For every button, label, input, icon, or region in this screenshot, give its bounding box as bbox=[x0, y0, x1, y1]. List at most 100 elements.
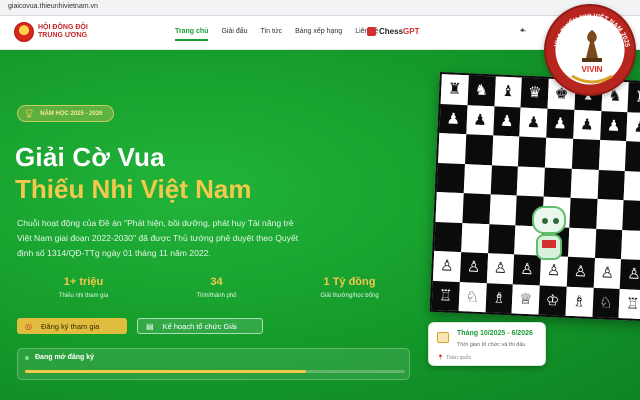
url-text[interactable]: giaicovua.thieunhivietnam.vn bbox=[8, 3, 98, 10]
robot-eye bbox=[542, 218, 548, 224]
board-square bbox=[491, 135, 520, 167]
school-year-badge: 🏆︎ NĂM HỌC 2025 - 2026 bbox=[17, 105, 114, 122]
robot-mascot-icon bbox=[528, 206, 570, 266]
chess-board-illustration: ♜♞♝♛♚♝♞♜♟♟♟♟♟♟♟♟♙♙♙♙♙♙♙♙♖♘♗♕♔♗♘♖ bbox=[429, 72, 640, 322]
location-text: Toàn quốc bbox=[445, 355, 472, 361]
board-square bbox=[462, 193, 491, 224]
chess-piece-icon: ♙ bbox=[439, 257, 454, 276]
board-square bbox=[598, 140, 627, 171]
chess-piece-icon: ♔ bbox=[545, 291, 560, 310]
board-square: ♟ bbox=[626, 111, 640, 143]
registration-status-box: Đang mở đăng ký bbox=[17, 348, 410, 380]
board-square: ♕ bbox=[511, 283, 540, 315]
board-square: ♖ bbox=[431, 280, 460, 312]
chess-piece-icon: ♖ bbox=[625, 295, 640, 313]
document-icon: ▤ bbox=[146, 321, 154, 331]
chess-piece-icon: ♙ bbox=[626, 265, 640, 284]
chess-piece-icon: ♗ bbox=[491, 289, 507, 307]
calendar-icon bbox=[437, 332, 449, 343]
chess-piece-icon: ♙ bbox=[600, 264, 615, 283]
tournament-seal-logo: VUA THIẾU NHI VIỆT NAM 2025 VIVIN bbox=[544, 4, 636, 96]
callout-subtitle: Thời gian tổ chức và thi đấu bbox=[457, 342, 526, 348]
board-square bbox=[567, 227, 596, 258]
stats-row: 1+ triệu Thiếu nhi tham gia 34 Tỉnh/thàn… bbox=[17, 276, 417, 299]
nav-news[interactable]: Tin tức bbox=[261, 28, 283, 35]
stat-provinces: 34 Tỉnh/thành phố bbox=[150, 276, 283, 299]
board-square bbox=[435, 191, 464, 223]
chess-piece-icon: ♟ bbox=[472, 111, 488, 129]
target-icon: ◎ bbox=[25, 321, 32, 331]
board-square bbox=[490, 164, 519, 196]
stat-participants: 1+ triệu Thiếu nhi tham gia bbox=[17, 276, 150, 299]
board-square bbox=[543, 167, 572, 198]
board-square: ♖ bbox=[618, 288, 640, 320]
board-square bbox=[464, 134, 493, 165]
board-square bbox=[436, 162, 465, 194]
badge-text: NĂM HỌC 2025 - 2026 bbox=[40, 110, 103, 117]
chessgpt-icon bbox=[367, 27, 376, 36]
board-square: ♞ bbox=[467, 75, 496, 106]
board-square: ♙ bbox=[432, 250, 461, 282]
site-logo[interactable]: HỘI ĐỒNG ĐỘI TRUNG ƯƠNG bbox=[14, 22, 108, 42]
chess-board: ♜♞♝♛♚♝♞♜♟♟♟♟♟♟♟♟♙♙♙♙♙♙♙♙♖♘♗♕♔♗♘♖ bbox=[429, 72, 640, 322]
stat-value: 1+ triệu bbox=[63, 276, 104, 288]
board-square: ♟ bbox=[572, 109, 601, 141]
pin-icon: 📍︎ bbox=[437, 355, 444, 361]
register-button[interactable]: ◎ Đăng ký tham gia bbox=[17, 318, 127, 334]
chess-piece-icon: ♛ bbox=[527, 84, 542, 102]
translate-icon[interactable]: ✦̶ bbox=[519, 26, 526, 35]
browser-url-bar[interactable]: giaicovua.thieunhivietnam.vn bbox=[0, 0, 640, 16]
chess-piece-icon: ♝ bbox=[500, 82, 516, 101]
board-square bbox=[544, 137, 573, 169]
chess-piece-icon: ♟ bbox=[606, 117, 621, 135]
board-square: ♟ bbox=[546, 108, 575, 139]
nav-home[interactable]: Trang chủ bbox=[175, 28, 209, 41]
chess-piece-icon: ♙ bbox=[466, 258, 481, 277]
nav-tournaments[interactable]: Giải đấu bbox=[221, 28, 247, 35]
seal-graphic: VUA THIẾU NHI VIỆT NAM 2025 VIVIN bbox=[553, 12, 631, 84]
registration-progress-bar bbox=[25, 370, 405, 373]
chess-piece-icon: ♟ bbox=[446, 110, 461, 128]
board-square bbox=[622, 200, 640, 231]
chess-piece-icon: ♘ bbox=[465, 288, 480, 306]
board-square bbox=[460, 222, 489, 254]
board-square: ♟ bbox=[599, 110, 628, 142]
callout-dates: Tháng 10/2025 - 6/2026 bbox=[457, 330, 533, 337]
chess-piece-icon: ♕ bbox=[518, 290, 533, 308]
board-square bbox=[597, 169, 626, 201]
board-square bbox=[570, 168, 599, 199]
registration-progress-fill bbox=[25, 370, 307, 373]
main-nav: Trang chủ Giải đấu Tin tức Bảng xếp hạng… bbox=[175, 28, 391, 41]
stat-label: Giải thưởng/học bổng bbox=[320, 293, 379, 299]
schedule-callout: Tháng 10/2025 - 6/2026 Thời gian tổ chức… bbox=[428, 322, 546, 366]
board-square bbox=[463, 163, 492, 195]
chess-piece-icon: ♟ bbox=[499, 112, 514, 130]
chess-piece-icon: ♘ bbox=[598, 293, 614, 312]
board-square: ♝ bbox=[494, 76, 523, 108]
board-square bbox=[595, 198, 624, 230]
chess-piece-icon bbox=[586, 30, 598, 58]
vietnam-flag-icon bbox=[542, 240, 556, 248]
org-name: HỘI ĐỒNG ĐỘI TRUNG ƯƠNG bbox=[38, 24, 88, 39]
chessgpt-prefix: Chess bbox=[379, 27, 404, 36]
board-square bbox=[594, 228, 623, 260]
board-square: ♗ bbox=[485, 282, 514, 314]
board-square: ♘ bbox=[458, 281, 487, 313]
plan-button[interactable]: ▤ Kế hoạch tổ chức Giải bbox=[137, 318, 263, 334]
chessgpt-suffix: GPT bbox=[403, 27, 420, 36]
chess-piece-icon: ♜ bbox=[447, 80, 462, 99]
stat-label: Tỉnh/thành phố bbox=[196, 293, 237, 299]
board-square bbox=[516, 166, 545, 197]
hero-description: Chuỗi hoạt động của Đề án "Phát hiện, bồ… bbox=[17, 218, 299, 258]
chessgpt-link[interactable]: Chess GPT bbox=[367, 27, 419, 36]
chess-piece-icon: ♟ bbox=[633, 118, 640, 136]
board-square: ♗ bbox=[565, 286, 594, 317]
board-square: ♙ bbox=[593, 257, 622, 289]
stat-value: 34 bbox=[210, 276, 223, 288]
chess-piece-icon: ♞ bbox=[474, 81, 489, 100]
status-dot-icon bbox=[25, 356, 29, 360]
nav-rankings[interactable]: Bảng xếp hạng bbox=[295, 28, 342, 35]
board-square bbox=[488, 194, 517, 225]
board-square bbox=[434, 221, 463, 253]
board-square: ♟ bbox=[492, 105, 521, 137]
